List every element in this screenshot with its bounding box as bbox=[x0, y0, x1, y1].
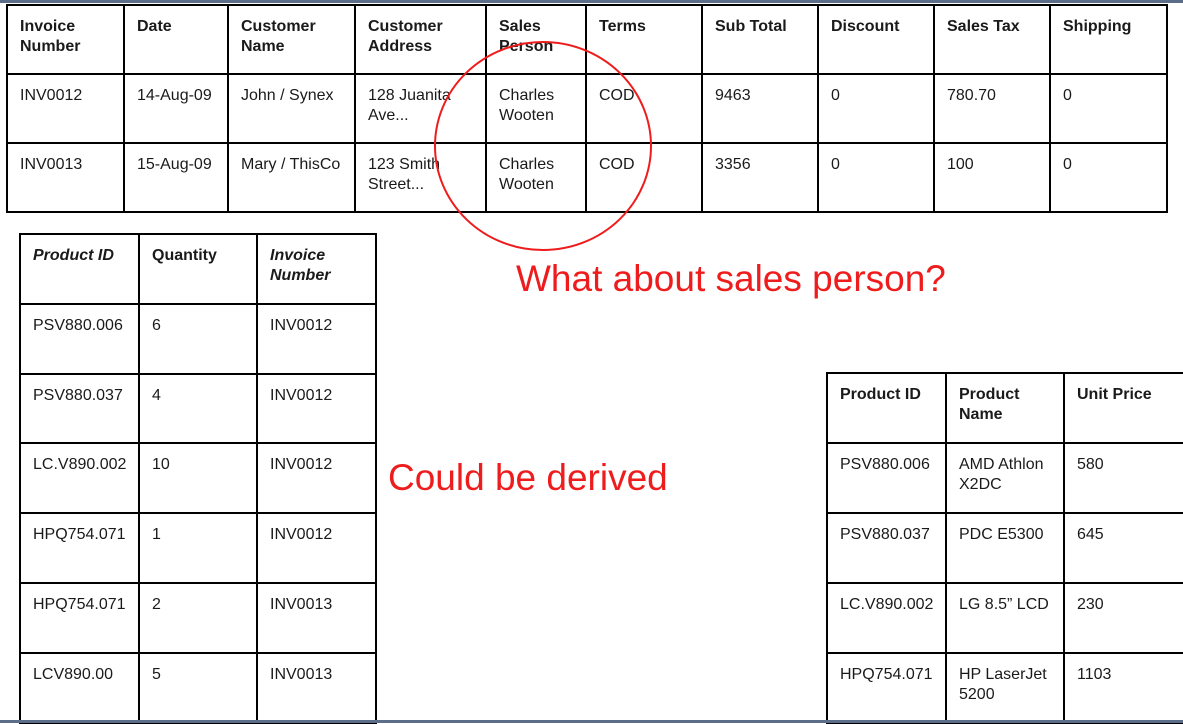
col-shipping: Shipping bbox=[1049, 4, 1168, 75]
cell: 123 Smith Street... bbox=[354, 142, 487, 213]
col-invoice-number: Invoice Number bbox=[6, 4, 125, 75]
cell: LCV890.00 bbox=[19, 651, 140, 724]
col-product-name: Product Name bbox=[945, 372, 1065, 444]
cell: Charles Wooten bbox=[485, 73, 587, 144]
col-sales-person: Sales Person bbox=[485, 4, 587, 75]
cell: INV0012 bbox=[256, 512, 377, 584]
cell: HP LaserJet 5200 bbox=[945, 652, 1065, 724]
cell: 1 bbox=[138, 512, 258, 584]
cell: HPQ754.071 bbox=[19, 512, 140, 584]
table-row: PSV880.037 4 INV0012 bbox=[19, 372, 377, 445]
cell: INV0013 bbox=[256, 651, 377, 724]
cell: INV0012 bbox=[256, 442, 377, 515]
col-date: Date bbox=[123, 4, 229, 75]
cell: 9463 bbox=[701, 73, 819, 144]
col-sub-total: Sub Total bbox=[701, 4, 819, 75]
cell: 4 bbox=[138, 372, 258, 445]
cell: 6 bbox=[138, 302, 258, 375]
col-terms: Terms bbox=[585, 4, 703, 75]
cell: 2 bbox=[138, 581, 258, 654]
cell: 1103 bbox=[1063, 652, 1183, 724]
cell: Charles Wooten bbox=[485, 142, 587, 213]
cell: 14-Aug-09 bbox=[123, 73, 229, 144]
cell: AMD Athlon X2DC bbox=[945, 442, 1065, 514]
cell: 580 bbox=[1063, 442, 1183, 514]
cell: 128 Juanita Ave... bbox=[354, 73, 487, 144]
table-row: INV0012 14-Aug-09 John / Synex 128 Juani… bbox=[6, 73, 1168, 144]
derived-note: Could be derived bbox=[388, 457, 668, 498]
cell: HPQ754.071 bbox=[826, 652, 947, 724]
table-row: PSV880.006 6 INV0012 bbox=[19, 302, 377, 375]
table-row: INV0013 15-Aug-09 Mary / ThisCo 123 Smit… bbox=[6, 142, 1168, 213]
cell: 0 bbox=[817, 73, 935, 144]
cell: 0 bbox=[817, 142, 935, 213]
table-row: HPQ754.071 HP LaserJet 5200 1103 bbox=[826, 652, 1183, 724]
cell: John / Synex bbox=[227, 73, 356, 144]
table-row: LCV890.00 5 INV0013 bbox=[19, 651, 377, 724]
table-row: HPQ754.071 2 INV0013 bbox=[19, 581, 377, 654]
cell: INV0012 bbox=[256, 372, 377, 445]
cell: 645 bbox=[1063, 512, 1183, 584]
table-row: PSV880.006 AMD Athlon X2DC 580 bbox=[826, 442, 1183, 514]
table-row: HPQ754.071 1 INV0012 bbox=[19, 512, 377, 584]
cell: LC.V890.002 bbox=[19, 442, 140, 515]
cell: INV0012 bbox=[256, 302, 377, 375]
invoice-table: Invoice Number Date Customer Name Custom… bbox=[6, 4, 1168, 213]
col-sales-tax: Sales Tax bbox=[933, 4, 1051, 75]
col-invoice-number: Invoice Number bbox=[256, 233, 377, 305]
cell: PSV880.037 bbox=[19, 372, 140, 445]
table-row: PSV880.037 PDC E5300 645 bbox=[826, 512, 1183, 584]
table-row: LC.V890.002 LG 8.5” LCD 230 bbox=[826, 582, 1183, 654]
col-discount: Discount bbox=[817, 4, 935, 75]
cell: 780.70 bbox=[933, 73, 1051, 144]
col-product-id: Product ID bbox=[19, 233, 140, 305]
line-items-header-row: Product ID Quantity Invoice Number bbox=[19, 233, 377, 305]
cell: INV0012 bbox=[6, 73, 125, 144]
cell: 230 bbox=[1063, 582, 1183, 654]
line-items-table: Product ID Quantity Invoice Number PSV88… bbox=[19, 233, 377, 724]
cell: Mary / ThisCo bbox=[227, 142, 356, 213]
invoice-header-row: Invoice Number Date Customer Name Custom… bbox=[6, 4, 1168, 75]
cell: LC.V890.002 bbox=[826, 582, 947, 654]
cell: 5 bbox=[138, 651, 258, 724]
cell: 0 bbox=[1049, 142, 1168, 213]
sales-person-question: What about sales person? bbox=[516, 258, 946, 299]
col-quantity: Quantity bbox=[138, 233, 258, 305]
col-unit-price: Unit Price bbox=[1063, 372, 1183, 444]
cell: INV0013 bbox=[6, 142, 125, 213]
product-header-row: Product ID Product Name Unit Price bbox=[826, 372, 1183, 444]
cell: 10 bbox=[138, 442, 258, 515]
cell: PSV880.006 bbox=[826, 442, 947, 514]
cell: PDC E5300 bbox=[945, 512, 1065, 584]
cell: 0 bbox=[1049, 73, 1168, 144]
cell: PSV880.037 bbox=[826, 512, 947, 584]
cell: HPQ754.071 bbox=[19, 581, 140, 654]
cell: 15-Aug-09 bbox=[123, 142, 229, 213]
col-customer-name: Customer Name bbox=[227, 4, 356, 75]
cell: COD bbox=[585, 142, 703, 213]
cell: INV0013 bbox=[256, 581, 377, 654]
cell: 100 bbox=[933, 142, 1051, 213]
col-customer-address: Customer Address bbox=[354, 4, 487, 75]
cell: 3356 bbox=[701, 142, 819, 213]
top-border bbox=[0, 0, 1183, 3]
cell: PSV880.006 bbox=[19, 302, 140, 375]
table-row: LC.V890.002 10 INV0012 bbox=[19, 442, 377, 515]
cell: COD bbox=[585, 73, 703, 144]
cell: LG 8.5” LCD bbox=[945, 582, 1065, 654]
product-table: Product ID Product Name Unit Price PSV88… bbox=[826, 372, 1183, 724]
col-product-id: Product ID bbox=[826, 372, 947, 444]
